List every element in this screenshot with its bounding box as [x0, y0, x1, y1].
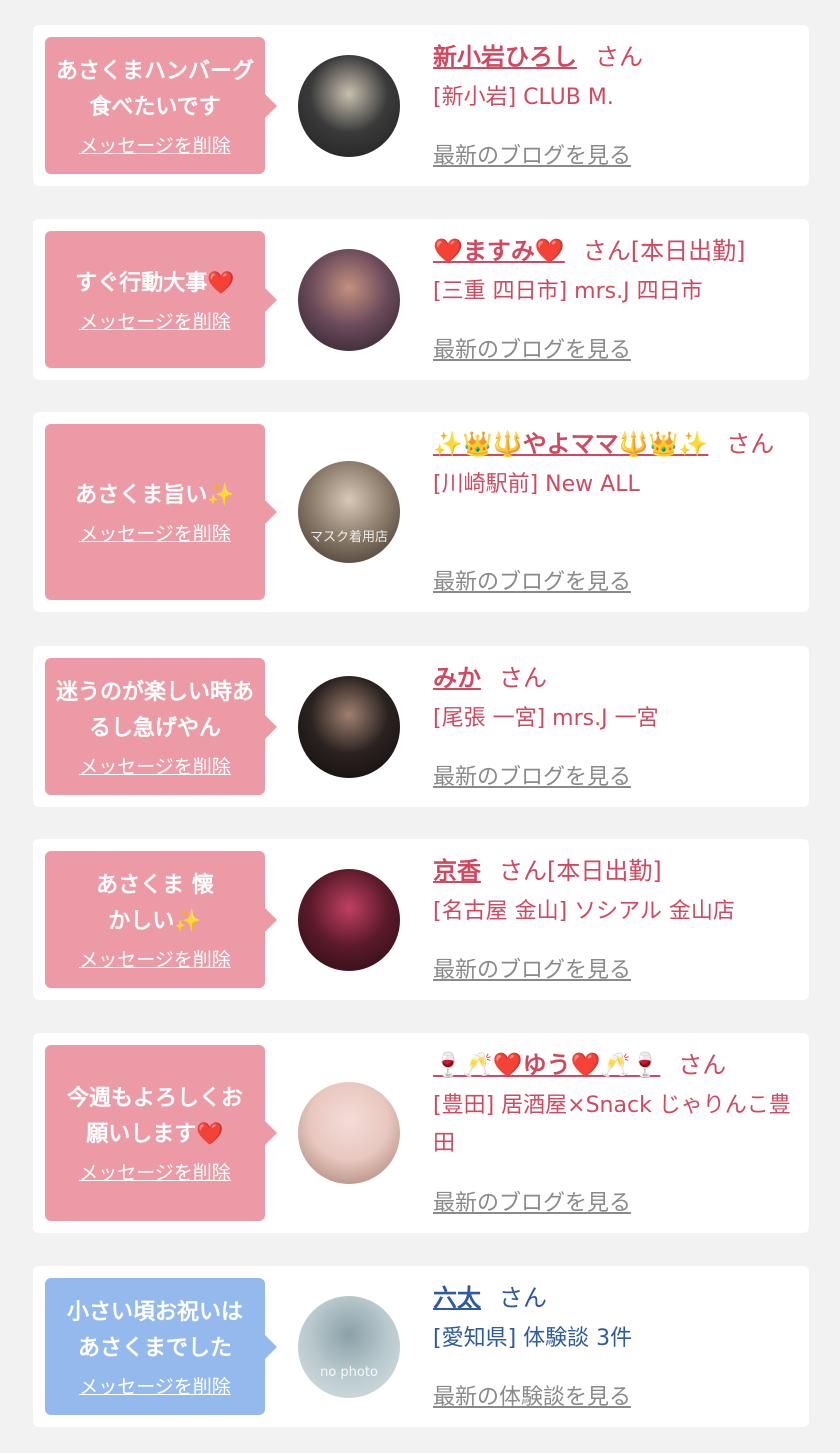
message-card: 迷うのが楽しい時あ るし急げやんメッセージを削除 みか さん [尾張 一宮] mrs.J…: [33, 646, 809, 807]
message-text: あさくま 懐かしい✨: [96, 872, 214, 934]
message-card: 今週もよろしくお 願いします❤️ メッセージを削除 🍷🥂❤️ゆう❤️🥂🍷 さん [豊田] …: [33, 1033, 809, 1233]
name-suffix: さん: [678, 1051, 727, 1079]
delete-message-link[interactable]: メッセージを削除: [79, 948, 231, 972]
name-suffix: さん: [499, 1284, 547, 1312]
message-card: あさくまハンバーグ 食べたいですメッセージを削除 新小岩ひろし さん [新小岩] CLU…: [33, 25, 809, 186]
name-line: みか さん: [433, 660, 793, 696]
delete-message-link[interactable]: メッセージを削除: [79, 134, 231, 158]
message-bubble: 小さい頃お祝いは あさくまでしたメッセージを削除: [45, 1278, 277, 1415]
name-suffix: さん[本日出勤]: [499, 857, 662, 885]
latest-blog-link[interactable]: 最新のブログを見る: [433, 568, 631, 598]
name-line: 京香 さん[本日出勤]: [433, 853, 793, 889]
message-bubble: 迷うのが楽しい時あ るし急げやんメッセージを削除: [45, 658, 277, 795]
name-line: 新小岩ひろし さん: [433, 39, 793, 75]
message-card: すぐ行動大事❤️ メッセージを削除 ❤️ますみ❤️ さん[本日出勤] [三重 四日市] …: [33, 219, 809, 380]
message-text: あさくまハンバーグ 食べたいです: [55, 58, 254, 120]
shop-name: [愛知県] 体験談 3件: [433, 1326, 633, 1351]
avatar-caption: no photo: [320, 1364, 378, 1380]
avatar[interactable]: [298, 868, 400, 971]
message-bubble: あさくま旨い✨ メッセージを削除: [45, 424, 277, 600]
profile-info: 新小岩ひろし さん [新小岩] CLUB M. 最新のブログを見る: [433, 39, 793, 169]
name-line: ✨👑🔱やよママ🔱👑✨ さん: [433, 426, 793, 462]
message-bubble: あさくま 懐かしい✨ メッセージを削除: [45, 851, 277, 988]
message-text: あさくま旨い✨: [75, 483, 235, 508]
profile-info: ❤️ますみ❤️ さん[本日出勤] [三重 四日市] mrs.J 四日市最新のブログを…: [433, 233, 793, 363]
delete-message-link[interactable]: メッセージを削除: [79, 310, 231, 334]
avatar[interactable]: マスク着用店: [298, 461, 400, 563]
profile-name-link[interactable]: ❤️ますみ❤️: [433, 237, 565, 265]
shop-name: [名古屋 金山] ソシアル 金山店: [433, 899, 735, 924]
profile-info: みか さん [尾張 一宮] mrs.J 一宮最新のブログを見る: [433, 660, 793, 790]
shop-name: [豊田] 居酒屋×Snack じゃりんこ豊田: [433, 1093, 791, 1156]
avatar-caption: マスク着用店: [309, 530, 388, 545]
name-line: ❤️ますみ❤️ さん[本日出勤]: [433, 233, 793, 269]
name-suffix: さん: [726, 430, 775, 458]
name-line: 六太 さん: [433, 1280, 793, 1316]
message-list: あさくまハンバーグ 食べたいです メッセージを削除 新小岩ひろし さん [新小岩] CLU…: [0, 0, 840, 1453]
latest-blog-link[interactable]: 最新のブログを見る: [433, 142, 631, 172]
delete-message-link[interactable]: メッセージを削除: [79, 1161, 231, 1185]
avatar[interactable]: no photo: [298, 1295, 400, 1398]
message-text: 小さい頃お祝いは あさくまでした: [66, 1299, 243, 1361]
shop-name: [川崎駅前] New ALL: [433, 472, 640, 497]
profile-name-link[interactable]: ✨👑🔱やよママ🔱👑✨: [433, 430, 708, 458]
profile-info: ✨👑🔱やよママ🔱👑✨ さん [川崎駅前] New ALL 最新のブログを見る: [433, 426, 793, 595]
delete-message-link[interactable]: メッセージを削除: [79, 1375, 231, 1399]
latest-blog-link[interactable]: 最新のブログを見る: [433, 1189, 631, 1219]
profile-name-link[interactable]: 新小岩ひろし: [433, 43, 577, 71]
name-suffix: さん: [499, 664, 547, 692]
avatar[interactable]: [298, 1082, 400, 1184]
profile-name-link[interactable]: 🍷🥂❤️ゆう❤️🥂🍷: [433, 1051, 660, 1079]
profile-name-link[interactable]: 京香: [433, 857, 481, 885]
message-bubble: すぐ行動大事❤️ メッセージを削除: [45, 231, 277, 368]
delete-message-link[interactable]: メッセージを削除: [79, 755, 231, 779]
profile-info: 六太 さん [愛知県] 体験談 3件最新の体験談を見る: [433, 1280, 793, 1410]
profile-name-link[interactable]: 六太: [433, 1284, 481, 1312]
avatar[interactable]: [298, 54, 400, 157]
avatar[interactable]: [298, 675, 400, 778]
avatar[interactable]: [298, 248, 400, 351]
message-card: あさくま 懐かしい✨ メッセージを削除 京香 さん[本日出勤] [名古屋 金山] ソシア…: [33, 839, 809, 1000]
message-bubble: あさくまハンバーグ 食べたいですメッセージを削除: [45, 37, 277, 174]
message-card: あさくま旨い✨ メッセージを削除 マスク着用店 ✨👑🔱やよママ🔱👑✨ さん [川崎駅前] …: [33, 412, 809, 612]
shop-name: [三重 四日市] mrs.J 四日市: [433, 279, 703, 304]
message-text: 迷うのが楽しい時あ るし急げやん: [55, 679, 254, 741]
profile-info: 京香 さん[本日出勤] [名古屋 金山] ソシアル 金山店最新のブログを見る: [433, 853, 793, 983]
delete-message-link[interactable]: メッセージを削除: [79, 522, 231, 546]
message-text: すぐ行動大事❤️: [75, 270, 235, 296]
profile-info: 🍷🥂❤️ゆう❤️🥂🍷 さん [豊田] 居酒屋×Snack じゃりんこ豊田最新のブログ…: [433, 1047, 793, 1216]
latest-blog-link[interactable]: 最新の体験談を見る: [433, 1383, 631, 1413]
shop-name: [尾張 一宮] mrs.J 一宮: [433, 706, 659, 731]
message-text: 今週もよろしくお 願いします❤️: [66, 1086, 243, 1147]
latest-blog-link[interactable]: 最新のブログを見る: [433, 336, 631, 366]
message-card: 小さい頃お祝いは あさくまでしたメッセージを削除 no photo 六太 さん [愛知県]…: [33, 1266, 809, 1427]
latest-blog-link[interactable]: 最新のブログを見る: [433, 763, 631, 793]
profile-name-link[interactable]: みか: [433, 664, 481, 692]
name-suffix: さん[本日出勤]: [582, 237, 746, 265]
latest-blog-link[interactable]: 最新のブログを見る: [433, 956, 631, 986]
name-suffix: さん: [595, 43, 643, 71]
name-line: 🍷🥂❤️ゆう❤️🥂🍷 さん: [433, 1047, 793, 1083]
shop-name: [新小岩] CLUB M.: [433, 85, 614, 110]
message-bubble: 今週もよろしくお 願いします❤️ メッセージを削除: [45, 1045, 277, 1221]
